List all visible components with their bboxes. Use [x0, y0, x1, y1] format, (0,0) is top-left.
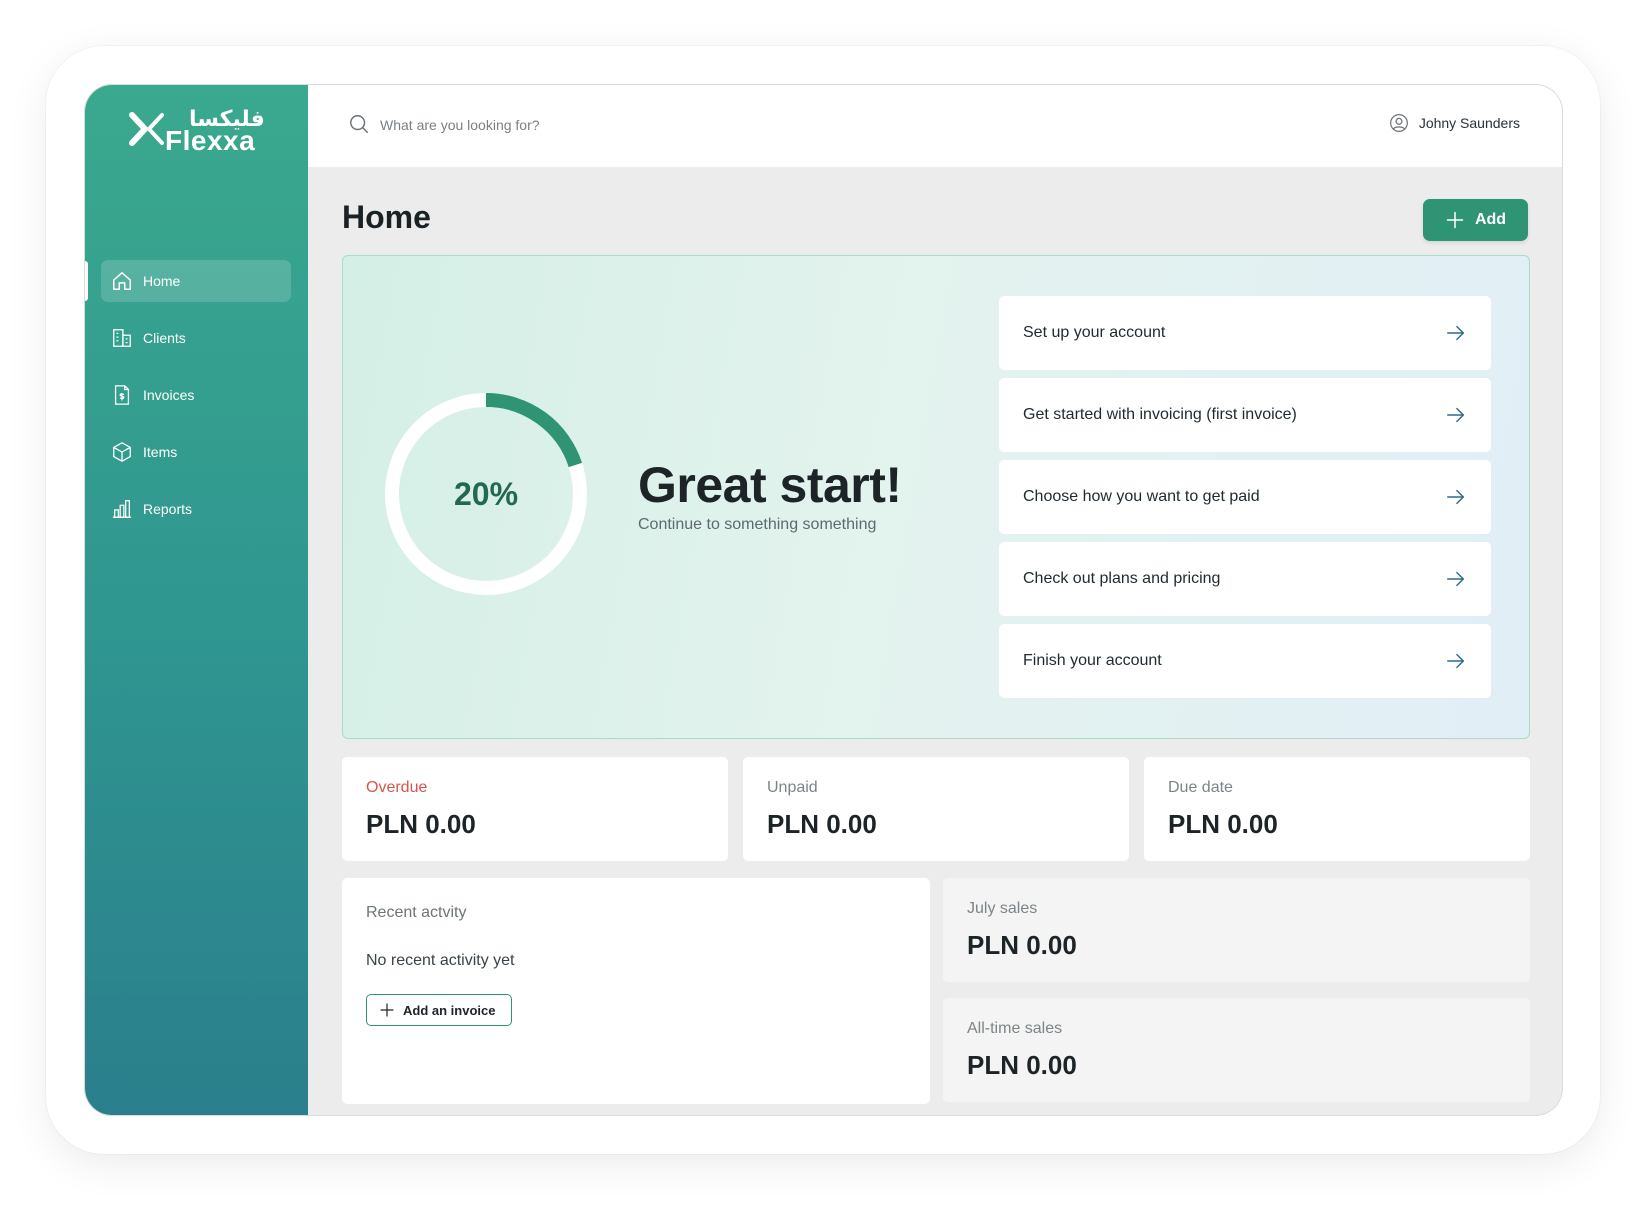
- app-screen: فليكسا Flexxa Home Clients Invoices Item…: [84, 84, 1563, 1116]
- progress-percent: 20%: [453, 475, 519, 512]
- plus-icon: [380, 1003, 394, 1017]
- sales-value: PLN 0.00: [967, 1050, 1077, 1080]
- sidebar-item-home[interactable]: Home: [101, 260, 291, 302]
- task-first-invoice[interactable]: Get started with invoicing (first invoic…: [999, 378, 1491, 452]
- sales-value: PLN 0.00: [967, 930, 1077, 960]
- arrow-right-icon: [1447, 325, 1465, 341]
- add-button[interactable]: Add: [1423, 199, 1528, 241]
- building-icon: [113, 329, 131, 347]
- box-icon: [113, 442, 131, 462]
- sidebar-item-label: Invoices: [143, 387, 195, 403]
- stat-card-overdue[interactable]: Overdue PLN 0.00: [342, 757, 728, 861]
- sidebar-nav: Home Clients Invoices Items Reports: [101, 260, 291, 545]
- stat-label: Overdue: [366, 779, 428, 796]
- user-menu[interactable]: Johny Saunders: [1389, 113, 1520, 133]
- hero-subtitle: Continue to something something: [638, 516, 877, 533]
- task-label: Choose how you want to get paid: [1023, 488, 1260, 505]
- search-icon[interactable]: [348, 113, 370, 135]
- sidebar-item-label: Home: [143, 273, 181, 289]
- task-label: Finish your account: [1023, 652, 1162, 669]
- sidebar-item-clients[interactable]: Clients: [101, 317, 291, 359]
- add-button-label: Add: [1474, 211, 1507, 228]
- task-finish-account[interactable]: Finish your account: [999, 624, 1491, 698]
- page-title: Home: [342, 199, 431, 235]
- stat-label: Unpaid: [767, 779, 818, 796]
- recent-activity-card: Recent actvity No recent activity yet Ad…: [342, 878, 930, 1104]
- sales-card-all-time[interactable]: All-time sales PLN 0.00: [943, 998, 1530, 1102]
- sidebar: فليكسا Flexxa Home Clients Invoices Item…: [85, 85, 308, 1115]
- stat-card-unpaid[interactable]: Unpaid PLN 0.00: [743, 757, 1129, 861]
- user-name: Johny Saunders: [1418, 115, 1520, 131]
- brand-logo[interactable]: فليكسا Flexxa: [129, 107, 269, 157]
- task-label: Set up your account: [1023, 324, 1166, 341]
- stat-value: PLN 0.00: [366, 809, 476, 839]
- onboarding-task-list: Set up your account Get started with inv…: [999, 296, 1491, 706]
- arrow-right-icon: [1447, 653, 1465, 669]
- sidebar-item-label: Clients: [143, 330, 186, 346]
- plus-icon: [1446, 211, 1464, 229]
- sidebar-item-label: Reports: [143, 501, 193, 517]
- onboarding-card: 20% Great start! Continue to something s…: [342, 255, 1530, 739]
- brand-name: Flexxa: [165, 125, 256, 156]
- invoice-icon: [114, 385, 130, 405]
- stat-label: Due date: [1168, 779, 1233, 796]
- add-invoice-label: Add an invoice: [403, 1002, 496, 1018]
- flexxa-logo-icon: [129, 112, 164, 146]
- stat-value: PLN 0.00: [767, 809, 877, 839]
- recent-activity-title: Recent actvity: [366, 904, 467, 921]
- task-label: Check out plans and pricing: [1023, 570, 1221, 587]
- arrow-right-icon: [1447, 407, 1465, 423]
- sidebar-item-invoices[interactable]: Invoices: [101, 374, 291, 416]
- arrow-right-icon: [1447, 489, 1465, 505]
- task-get-paid[interactable]: Choose how you want to get paid: [999, 460, 1491, 534]
- stat-card-due-date[interactable]: Due date PLN 0.00: [1144, 757, 1530, 861]
- sidebar-item-reports[interactable]: Reports: [101, 488, 291, 530]
- sidebar-item-label: Items: [143, 444, 178, 460]
- hero-title: Great start!: [638, 457, 902, 513]
- sales-card-july[interactable]: July sales PLN 0.00: [943, 878, 1530, 982]
- sales-label: All-time sales: [967, 1020, 1063, 1037]
- empty-state-text: No recent activity yet: [366, 952, 515, 969]
- user-icon: [1389, 114, 1408, 132]
- sidebar-item-items[interactable]: Items: [101, 431, 291, 473]
- task-setup-account[interactable]: Set up your account: [999, 296, 1491, 370]
- top-bar: Johny Saunders: [308, 85, 1562, 167]
- bar-chart-icon: [112, 500, 132, 518]
- search-input[interactable]: [380, 111, 780, 139]
- stat-value: PLN 0.00: [1168, 809, 1278, 839]
- add-invoice-button[interactable]: Add an invoice: [366, 994, 513, 1026]
- active-nav-indicator: [85, 261, 88, 301]
- sales-label: July sales: [967, 900, 1038, 917]
- arrow-right-icon: [1447, 571, 1465, 587]
- home-icon: [113, 272, 131, 290]
- task-label: Get started with invoicing (first invoic…: [1023, 406, 1297, 423]
- task-plans-pricing[interactable]: Check out plans and pricing: [999, 542, 1491, 616]
